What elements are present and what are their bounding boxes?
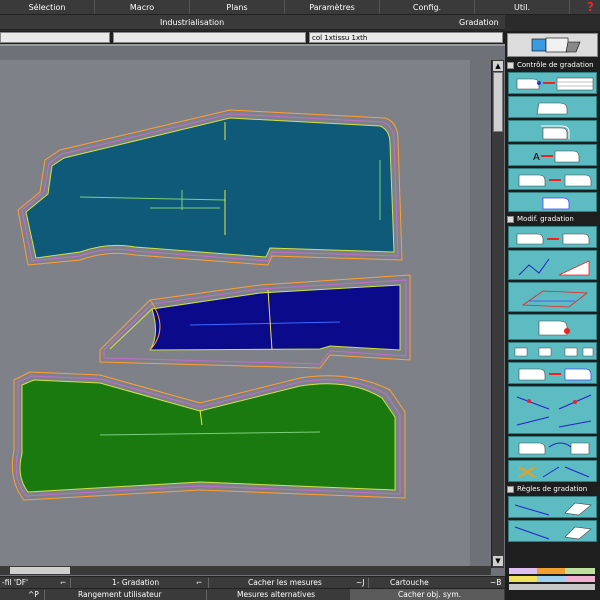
horizontal-scrollbar[interactable]: [0, 566, 491, 575]
grading-curve-icon: [518, 442, 590, 455]
tool-rule-apply[interactable]: [508, 496, 597, 518]
tool-modify-grading[interactable]: [508, 226, 597, 248]
tool-grading-curve[interactable]: [508, 436, 597, 458]
color-swatches: [505, 566, 600, 600]
tool-grading-text[interactable]: A: [508, 144, 597, 166]
hscroll-thumb[interactable]: [10, 567, 70, 574]
pattern-canvas[interactable]: [0, 60, 470, 570]
canvas-frame: [0, 44, 505, 576]
status-hide-sym[interactable]: Cacher obj. sym.: [398, 589, 461, 600]
pattern-piece-bottom[interactable]: [11, 371, 406, 501]
tool-piece-select[interactable]: [508, 192, 597, 212]
tool-grading-move[interactable]: [508, 362, 597, 384]
tool-grading-hatch[interactable]: [508, 282, 597, 312]
shortcut-key: ^P: [28, 590, 39, 599]
tool-piece-outline[interactable]: [508, 96, 597, 118]
tool-grading-table[interactable]: [508, 72, 597, 94]
section-modif-gradation: Modif. gradation: [507, 214, 574, 225]
section-checkbox[interactable]: [507, 61, 514, 69]
app-window: Sélection Macro Plans Paramètres Config.…: [0, 0, 600, 600]
grading-segments-icon: [514, 347, 594, 357]
tool-point-move[interactable]: [508, 168, 597, 190]
status-row-2: ^P Rangement utilisateur Mesures alterna…: [0, 588, 505, 600]
tool-grading-lines[interactable]: [508, 250, 597, 280]
pattern-piece-top[interactable]: [17, 109, 403, 266]
status-row-1: -fil 'DF' ⌐ 1- Gradation ⌐ Cacher les me…: [0, 576, 505, 588]
menu-macro[interactable]: Macro: [95, 0, 190, 14]
swatch[interactable]: [565, 576, 595, 582]
rule-apply-icon: [514, 502, 592, 516]
grading-lines-icon: [518, 258, 590, 276]
panel-header[interactable]: [507, 33, 598, 57]
section-checkbox[interactable]: [507, 215, 514, 223]
tool-grading-cross[interactable]: [508, 460, 597, 482]
field-left[interactable]: [0, 32, 110, 43]
swatch[interactable]: [537, 568, 565, 574]
menu-bar: Sélection Macro Plans Paramètres Config.…: [0, 0, 600, 15]
pattern-piece-middle[interactable]: [99, 274, 411, 369]
menu-parametres[interactable]: Paramètres: [285, 0, 380, 14]
grading-move-icon: [518, 368, 592, 381]
scroll-thumb[interactable]: [493, 72, 503, 132]
mode-bar: Industrialisation Gradation: [0, 15, 505, 30]
piece-nested-icon: [541, 125, 570, 140]
swatch[interactable]: [565, 568, 595, 574]
tool-rule-copy[interactable]: [508, 520, 597, 542]
grading-text-icon: A: [533, 150, 580, 163]
section-checkbox[interactable]: [507, 485, 514, 493]
piece-select-icon: [542, 197, 570, 210]
swatch[interactable]: [509, 568, 537, 574]
menu-util[interactable]: Util.: [475, 0, 570, 14]
scroll-down-icon[interactable]: ▼: [493, 556, 503, 566]
mode-gradation[interactable]: Gradation: [459, 15, 499, 30]
swatch[interactable]: [537, 576, 565, 582]
rule-copy-icon: [514, 526, 592, 540]
field-value[interactable]: col 1xtissu 1xth: [309, 32, 503, 43]
field-middle[interactable]: [113, 32, 306, 43]
tool-panel: Contrôle de gradation A Modif. gradation…: [505, 31, 600, 566]
grading-arrows-icon: [516, 394, 592, 428]
section-controle-gradation: Contrôle de gradation: [507, 60, 594, 71]
menu-selection[interactable]: Sélection: [0, 0, 95, 14]
grading-hatch-icon: [521, 290, 589, 308]
grading-cross-icon: [518, 466, 590, 478]
swatch[interactable]: [509, 584, 595, 590]
help-icon[interactable]: ?: [587, 0, 594, 14]
menu-plans[interactable]: Plans: [190, 0, 285, 14]
modify-grading-icon: [516, 233, 590, 245]
menu-config[interactable]: Config.: [380, 0, 475, 14]
piece-outline-icon: [536, 102, 568, 115]
status-user-layout[interactable]: Rangement utilisateur: [78, 589, 162, 600]
tool-grading-segments[interactable]: [508, 342, 597, 360]
section-regles-gradation: Règles de gradation: [507, 484, 587, 495]
status-alt-measures[interactable]: Mesures alternatives: [237, 589, 315, 600]
field-bar: col 1xtissu 1xth: [0, 31, 505, 44]
svg-text:A: A: [533, 152, 540, 163]
scroll-up-icon[interactable]: ▲: [493, 61, 503, 71]
tool-grading-arrows[interactable]: [508, 386, 597, 434]
vertical-scrollbar[interactable]: ▲ ▼: [491, 60, 504, 568]
grading-table-icon: [516, 77, 594, 91]
tool-piece-nested[interactable]: [508, 120, 597, 142]
swatch[interactable]: [509, 576, 537, 582]
mode-industrialisation[interactable]: Industrialisation: [160, 15, 224, 30]
pattern-drawing: [11, 109, 411, 501]
point-move-icon: [518, 174, 592, 187]
grading-point-icon: [538, 320, 570, 336]
pattern-toolbox-icon: [531, 37, 581, 53]
tool-grading-point[interactable]: [508, 314, 597, 340]
